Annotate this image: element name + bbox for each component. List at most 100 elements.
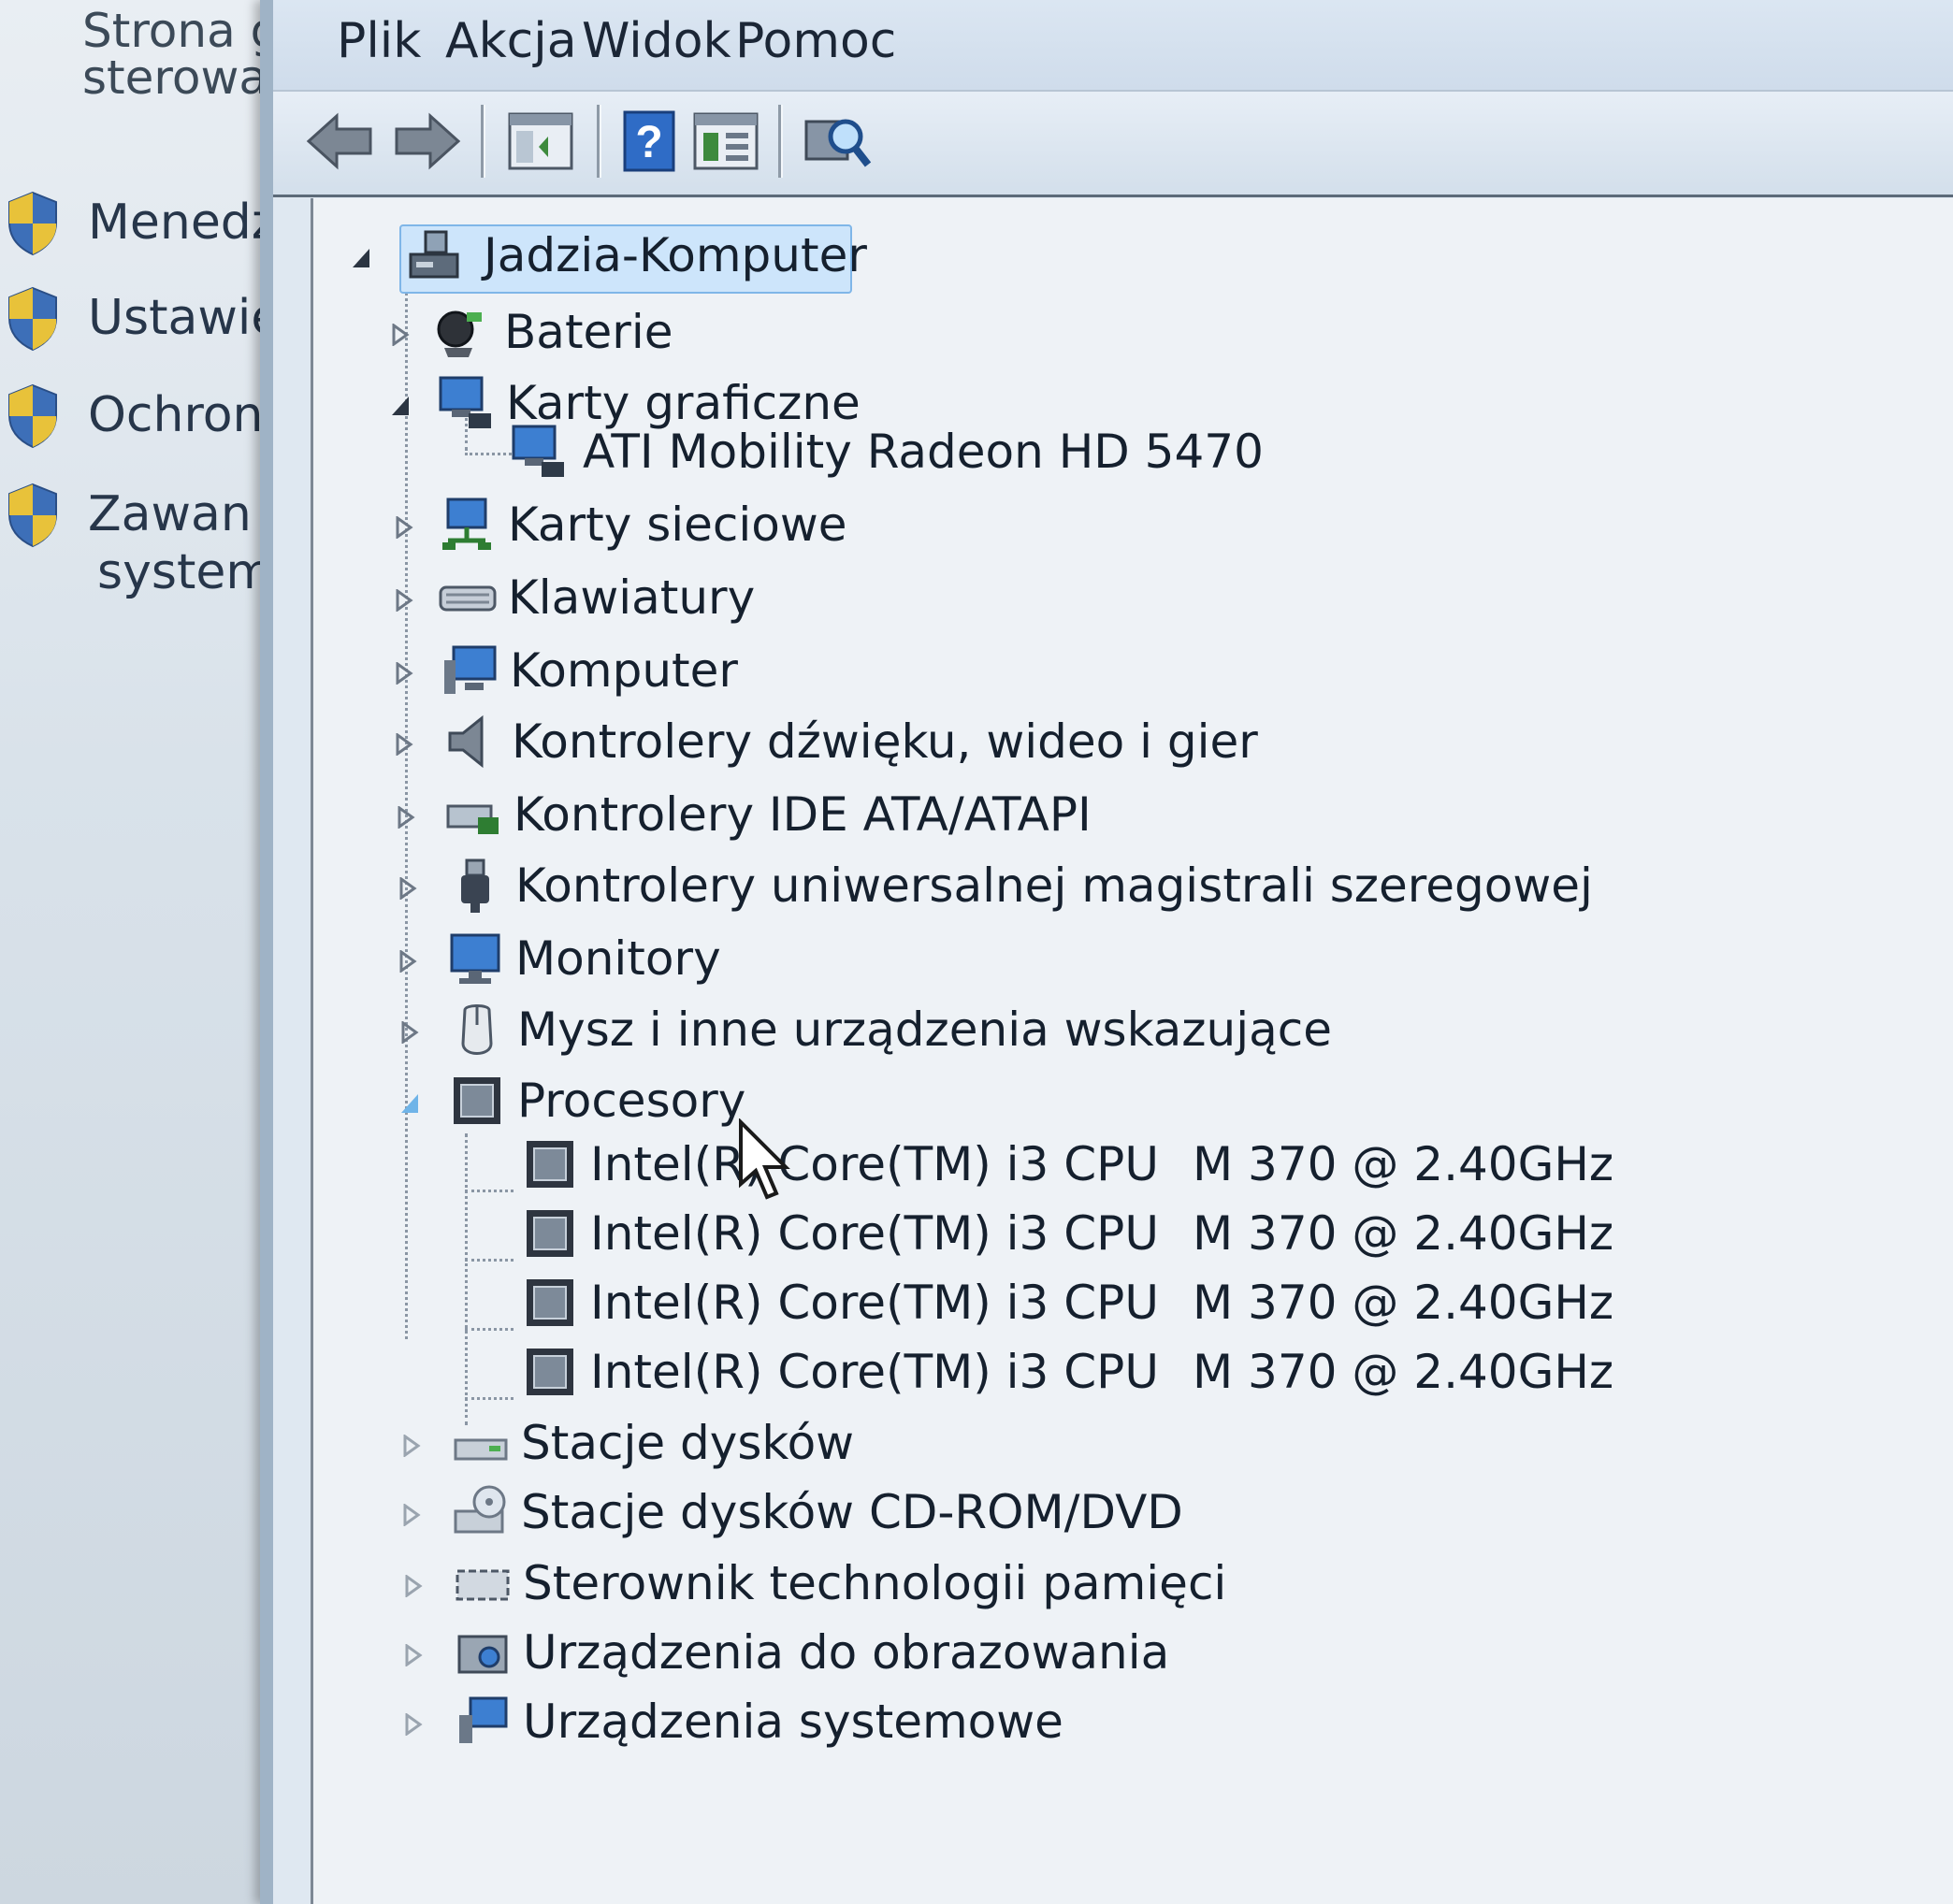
tree-category-disk-drives[interactable]: Stacje dysków xyxy=(313,1412,1436,1478)
processor-icon xyxy=(527,1349,573,1395)
collapse-arrow-icon[interactable] xyxy=(390,395,411,417)
expand-arrow-icon[interactable] xyxy=(403,1713,424,1736)
tree-root-computer[interactable]: Jadzia-Komputer xyxy=(313,224,893,290)
show-hide-console-tree-icon[interactable] xyxy=(507,108,574,174)
collapse-arrow-icon[interactable] xyxy=(399,1092,420,1115)
uac-shield-icon xyxy=(8,383,57,449)
tree-category-computer[interactable]: Komputer xyxy=(313,640,1436,705)
expand-arrow-icon[interactable] xyxy=(401,1435,422,1457)
cpu-spec-label: M 370 @ 2.40GHz xyxy=(1193,1276,1614,1330)
tree-category-label: Klawiatury xyxy=(508,570,756,625)
collapse-arrow-icon[interactable] xyxy=(351,247,371,269)
tree-device-cpu[interactable]: Intel(R) Core(TM) i3 CPU M 370 @ 2.40GHz xyxy=(313,1272,1810,1337)
forward-arrow-icon[interactable] xyxy=(391,108,462,174)
expand-arrow-icon[interactable] xyxy=(394,589,414,612)
expand-arrow-icon[interactable] xyxy=(394,516,414,539)
processor-icon xyxy=(527,1210,573,1257)
processor-icon xyxy=(527,1141,573,1188)
menu-help[interactable]: Pomoc xyxy=(735,13,896,69)
back-arrow-icon[interactable] xyxy=(305,108,376,174)
tree-device-label: ATI Mobility Radeon HD 5470 xyxy=(583,425,1264,479)
tree-category-cdrom-drives[interactable]: Stacje dysków CD-ROM/DVD xyxy=(313,1481,1436,1547)
uac-shield-icon xyxy=(8,483,57,548)
tree-category-sound-controllers[interactable]: Kontrolery dźwięku, wideo i gier xyxy=(313,711,1436,776)
sidebar-link-remote-settings[interactable]: Ustawie xyxy=(0,282,281,367)
monitor-icon xyxy=(450,933,500,984)
expand-arrow-icon[interactable] xyxy=(394,733,414,756)
expand-arrow-icon[interactable] xyxy=(403,1644,424,1666)
tree-device-label: Intel(R) Core(TM) i3 CPU xyxy=(590,1345,1159,1399)
tree-category-keyboards[interactable]: Klawiatury xyxy=(313,567,1436,632)
tree-device-cpu[interactable]: Intel(R) Core(TM) i3 CPU M 370 @ 2.40GHz xyxy=(313,1203,1810,1268)
toolbar: ? xyxy=(273,92,1953,197)
tree-device-cpu[interactable]: Intel(R) Core(TM) i3 CPU M 370 @ 2.40GHz xyxy=(313,1133,1810,1199)
control-panel-home-link-line2[interactable]: sterowa xyxy=(82,50,268,105)
expand-arrow-icon[interactable] xyxy=(398,950,418,973)
control-panel-sidebar: Strona g sterowa Menedż Ustawie Ochron Z… xyxy=(0,0,304,1904)
mouse-pointer-icon xyxy=(739,1118,790,1200)
tree-category-processors[interactable]: Procesory xyxy=(313,1070,1436,1135)
sidebar-link-label: Ochron xyxy=(88,387,264,443)
sidebar-link-system-protection[interactable]: Ochron xyxy=(0,380,281,464)
uac-shield-icon xyxy=(8,191,57,256)
tree-device-cpu[interactable]: Intel(R) Core(TM) i3 CPU M 370 @ 2.40GHz xyxy=(313,1341,1810,1406)
expand-arrow-icon[interactable] xyxy=(399,1021,420,1044)
keyboard-icon xyxy=(439,585,497,612)
menu-file[interactable]: Plik xyxy=(337,13,421,69)
tree-category-ide-controllers[interactable]: Kontrolery IDE ATA/ATAPI xyxy=(313,784,1436,849)
sidebar-link-label: Menedż xyxy=(88,195,278,251)
cpu-spec-label: M 370 @ 2.40GHz xyxy=(1193,1137,1614,1191)
disk-drive-icon xyxy=(454,1438,508,1461)
tree-category-label: Kontrolery IDE ATA/ATAPI xyxy=(514,787,1092,842)
cpu-spec-label: M 370 @ 2.40GHz xyxy=(1193,1206,1614,1261)
tree-category-label: Kontrolery uniwersalnej magistrali szere… xyxy=(515,858,1593,913)
tree-category-imaging-devices[interactable]: Urządzenia do obrazowania xyxy=(313,1622,1436,1687)
scan-hardware-icon[interactable] xyxy=(803,108,872,174)
ide-controller-icon xyxy=(446,804,499,834)
tree-category-monitors[interactable]: Monitory xyxy=(313,928,1436,993)
help-icon[interactable]: ? xyxy=(621,108,677,174)
device-manager-window: Plik Akcja Widok Pomoc ? Jadzia-Komputer… xyxy=(260,0,1953,1904)
tree-category-usb-controllers[interactable]: Kontrolery uniwersalnej magistrali szere… xyxy=(313,855,1903,920)
tree-device-label: Intel(R) Core(TM) i3 CPU xyxy=(590,1276,1159,1330)
menu-view[interactable]: Widok xyxy=(582,13,731,69)
speaker-icon xyxy=(448,714,484,769)
sidebar-link-device-manager[interactable]: Menedż xyxy=(0,187,281,271)
expand-arrow-icon[interactable] xyxy=(390,324,411,346)
expand-arrow-icon[interactable] xyxy=(401,1504,422,1526)
expand-arrow-icon[interactable] xyxy=(403,1575,424,1597)
tree-category-system-devices[interactable]: Urządzenia systemowe xyxy=(313,1691,1436,1756)
computer-icon xyxy=(409,230,459,279)
tree-device-ati-radeon[interactable]: ATI Mobility Radeon HD 5470 xyxy=(313,421,1436,486)
tree-category-label: Baterie xyxy=(504,305,673,359)
tree-category-memory-technology[interactable]: Sterownik technologii pamięci xyxy=(313,1552,1436,1618)
toolbar-separator xyxy=(481,105,484,178)
tree-category-label: Procesory xyxy=(517,1074,746,1128)
toolbar-separator xyxy=(778,105,781,178)
tree-category-label: Stacje dysków xyxy=(521,1416,855,1470)
menu-action[interactable]: Akcja xyxy=(445,13,577,69)
tree-root-label: Jadzia-Komputer xyxy=(484,228,867,282)
tree-category-label: Urządzenia systemowe xyxy=(523,1695,1063,1749)
battery-icon xyxy=(437,310,482,357)
tree-category-mice[interactable]: Mysz i inne urządzenia wskazujące xyxy=(313,999,1529,1064)
tree-category-label: Monitory xyxy=(515,931,721,986)
expand-arrow-icon[interactable] xyxy=(396,806,416,829)
sidebar-link-label: Ustawie xyxy=(88,290,282,346)
tree-category-label: Mysz i inne urządzenia wskazujące xyxy=(517,1002,1332,1057)
computer-icon xyxy=(444,645,497,694)
toolbar-separator xyxy=(597,105,600,178)
properties-icon[interactable] xyxy=(692,108,760,174)
memory-technology-icon xyxy=(456,1569,510,1601)
tree-category-label: Urządzenia do obrazowania xyxy=(523,1625,1170,1680)
tree-category-label: Sterownik technologii pamięci xyxy=(523,1556,1227,1610)
expand-arrow-icon[interactable] xyxy=(394,662,414,685)
tree-category-batteries[interactable]: Baterie xyxy=(313,301,1436,367)
sidebar-link-advanced-settings[interactable]: Zawan systemu xyxy=(0,479,304,619)
uac-shield-icon xyxy=(8,286,57,352)
svg-text:?: ? xyxy=(635,118,662,167)
system-device-icon xyxy=(459,1696,508,1743)
tree-category-label: Stacje dysków CD-ROM/DVD xyxy=(521,1485,1183,1539)
expand-arrow-icon[interactable] xyxy=(398,877,418,900)
tree-category-network-adapters[interactable]: Karty sieciowe xyxy=(313,494,1436,559)
